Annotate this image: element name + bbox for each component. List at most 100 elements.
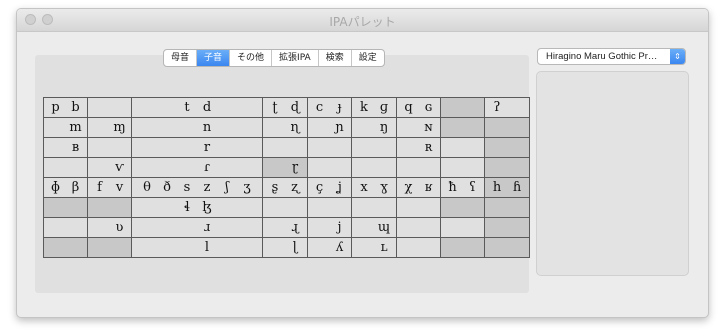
ipa-symbol[interactable]: c	[310, 100, 330, 115]
ipa-cell: td	[131, 97, 263, 118]
ipa-cell	[87, 237, 132, 258]
ipa-symbol[interactable]: z	[197, 180, 217, 195]
ipa-cell	[440, 97, 485, 118]
ipa-cell	[396, 217, 441, 238]
ipa-cell	[307, 197, 352, 218]
ipa-symbol[interactable]: j	[330, 220, 350, 235]
ipa-cell: ɾ	[131, 157, 263, 178]
ipa-symbol[interactable]: v	[110, 180, 130, 195]
ipa-symbol[interactable]: p	[46, 100, 66, 115]
ipa-symbol[interactable]: ɢ	[419, 100, 439, 115]
ipa-symbol[interactable]: f	[90, 180, 110, 195]
ipa-symbol[interactable]: ŋ	[374, 120, 394, 135]
ipa-symbol[interactable]: θ	[137, 180, 157, 195]
ipa-cell: θðszʃʒ	[131, 177, 263, 198]
ipa-symbol[interactable]: ɻ	[285, 220, 305, 235]
ipa-cell	[43, 197, 88, 218]
ipa-symbol[interactable]: ɖ	[285, 100, 305, 115]
ipa-cell: ɭ	[262, 237, 308, 258]
font-selector[interactable]: Hiragino Maru Gothic Pr… ⇕	[537, 48, 686, 65]
ipa-symbol[interactable]: r	[197, 140, 217, 155]
ipa-cell	[43, 217, 88, 238]
ipa-cell	[396, 157, 441, 178]
ipa-symbol[interactable]: ç	[310, 180, 330, 195]
ipa-symbol[interactable]: ħ	[443, 180, 463, 195]
ipa-symbol[interactable]: x	[354, 180, 374, 195]
ipa-symbol[interactable]: n	[197, 120, 217, 135]
ipa-symbol[interactable]: β	[66, 180, 86, 195]
ipa-cell: çʝ	[307, 177, 352, 198]
ipa-cell: ʂʐ	[262, 177, 308, 198]
ipa-cell: fv	[87, 177, 132, 198]
tab-others[interactable]: その他	[230, 50, 273, 66]
title-bar: IPAパレット	[17, 9, 708, 32]
ipa-symbol[interactable]: ʂ	[265, 180, 285, 195]
ipa-symbol[interactable]: q	[399, 100, 419, 115]
window-title: IPAパレット	[329, 15, 396, 29]
ipa-symbol[interactable]: ɡ	[374, 100, 394, 115]
ipa-cell	[484, 137, 530, 158]
table-row: mɱnɳɲŋɴ	[43, 117, 530, 138]
ipa-symbol[interactable]: ɬ	[177, 200, 197, 215]
ipa-cell	[440, 137, 485, 158]
tab-settings[interactable]: 設定	[352, 50, 384, 66]
ipa-cell	[262, 197, 308, 218]
ipa-symbol[interactable]: m	[66, 120, 86, 135]
ipa-symbol[interactable]: ʔ	[487, 100, 507, 115]
ipa-symbol[interactable]: ɹ	[197, 220, 217, 235]
ipa-cell: cɟ	[307, 97, 352, 118]
ipa-symbol[interactable]: ʈ	[265, 100, 285, 115]
ipa-symbol[interactable]: ʐ	[285, 180, 305, 195]
ipa-symbol[interactable]: ɰ	[374, 220, 394, 235]
ipa-symbol[interactable]: ʀ	[419, 140, 439, 155]
ipa-symbol[interactable]: ʃ	[217, 180, 237, 195]
ipa-symbol[interactable]: ɭ	[285, 240, 305, 255]
ipa-symbol[interactable]: χ	[399, 180, 419, 195]
tab-search[interactable]: 検索	[319, 50, 352, 66]
ipa-symbol[interactable]: ɴ	[419, 120, 439, 135]
ipa-symbol[interactable]: ʒ	[237, 180, 257, 195]
ipa-symbol[interactable]: ʕ	[463, 180, 483, 195]
ipa-symbol[interactable]: ɾ	[197, 160, 217, 175]
ipa-cell: ɻ	[262, 217, 308, 238]
ipa-symbol[interactable]: s	[177, 180, 197, 195]
ipa-symbol[interactable]: ʁ	[419, 180, 439, 195]
ipa-symbol[interactable]: ⱱ	[110, 160, 130, 175]
ipa-cell	[440, 117, 485, 138]
ipa-symbol[interactable]: ɲ	[330, 120, 350, 135]
ipa-cell	[484, 237, 530, 258]
tab-extended-ipa[interactable]: 拡張IPA	[272, 50, 319, 66]
ipa-symbol[interactable]: ʎ	[330, 240, 350, 255]
ipa-symbol[interactable]: ɣ	[374, 180, 394, 195]
ipa-symbol[interactable]: t	[177, 100, 197, 115]
ipa-cell: χʁ	[396, 177, 441, 198]
ipa-symbol[interactable]: ɮ	[197, 200, 217, 215]
ipa-symbol[interactable]: ʝ	[330, 180, 350, 195]
ipa-symbol[interactable]: h	[487, 180, 507, 195]
tab-consonants[interactable]: 子音	[197, 50, 231, 66]
ipa-symbol[interactable]: ɸ	[46, 180, 66, 195]
ipa-cell	[307, 137, 352, 158]
ipa-symbol[interactable]: ð	[157, 180, 177, 195]
ipa-cell: pb	[43, 97, 88, 118]
ipa-symbol[interactable]: ɱ	[110, 120, 130, 135]
ipa-symbol[interactable]: ɦ	[507, 180, 527, 195]
ipa-cell: ⱱ	[87, 157, 132, 178]
table-row: ʋɹɻjɰ	[43, 217, 530, 238]
ipa-cell: hɦ	[484, 177, 530, 198]
ipa-symbol[interactable]: ɳ	[285, 120, 305, 135]
ipa-symbol[interactable]: ʋ	[110, 220, 130, 235]
ipa-symbol[interactable]: b	[66, 100, 86, 115]
ipa-symbol[interactable]: l	[197, 240, 217, 255]
ipa-cell	[307, 157, 352, 178]
ipa-symbol[interactable]: d	[197, 100, 217, 115]
ipa-symbol[interactable]: ʙ	[66, 140, 86, 155]
ipa-cell	[484, 197, 530, 218]
ipa-symbol[interactable]: ʟ	[374, 240, 394, 255]
up-down-chevron-icon[interactable]: ⇕	[670, 49, 685, 64]
ipa-symbol[interactable]: ɽ	[285, 160, 305, 175]
ipa-cell	[87, 137, 132, 158]
ipa-symbol[interactable]: k	[354, 100, 374, 115]
ipa-symbol[interactable]: ɟ	[330, 100, 350, 115]
tab-vowels[interactable]: 母音	[164, 50, 198, 66]
